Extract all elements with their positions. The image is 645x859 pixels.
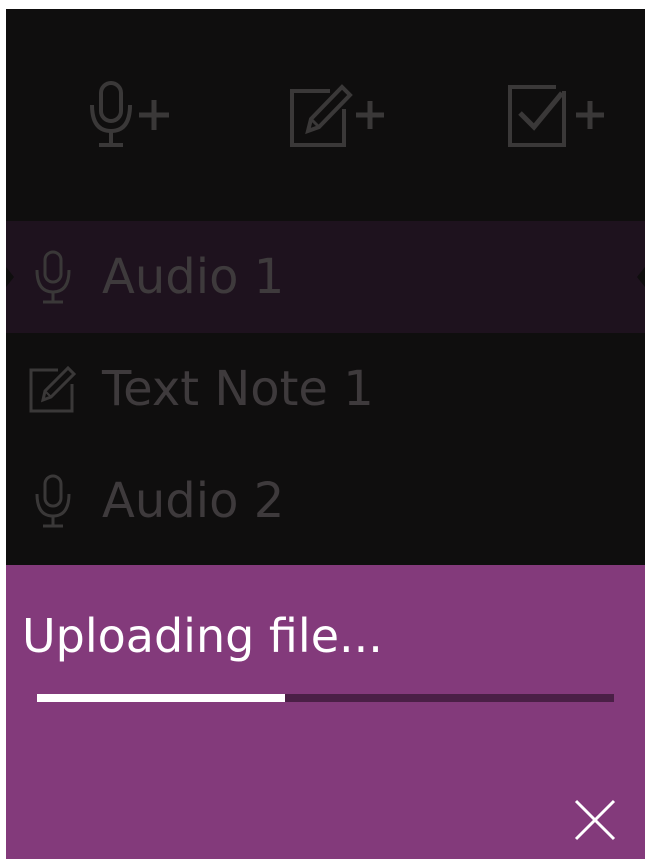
add-audio-button[interactable] [84, 79, 184, 151]
add-checklist-button[interactable] [504, 79, 604, 151]
app-window: Audio 1 Text Note 1 Audio 2 Uploading fi… [6, 9, 645, 859]
list-item-text-note-1[interactable]: Text Note 1 [6, 333, 645, 445]
edit-icon [28, 359, 78, 419]
list-item-label: Audio 1 [102, 249, 285, 305]
notes-list: Audio 1 Text Note 1 Audio 2 [6, 221, 645, 557]
list-item-audio-2[interactable]: Audio 2 [6, 445, 645, 557]
microphone-icon [28, 247, 78, 307]
edit-plus-icon [290, 84, 384, 147]
selection-caret-left [6, 267, 14, 287]
upload-progress-fill [37, 694, 286, 702]
selection-caret-right [637, 267, 645, 287]
upload-status-text: Uploading file... [22, 609, 383, 663]
microphone-icon [28, 471, 78, 531]
add-text-note-button[interactable] [284, 79, 384, 151]
microphone-plus-icon [90, 81, 169, 147]
close-icon [574, 799, 616, 841]
list-item-label: Audio 2 [102, 473, 285, 529]
list-item-label: Text Note 1 [102, 361, 374, 417]
upload-progress-bar [37, 694, 614, 702]
list-item-audio-1[interactable]: Audio 1 [6, 221, 645, 333]
upload-panel: Uploading file... [6, 565, 645, 859]
checkbox-plus-icon [508, 85, 604, 147]
toolbar [6, 9, 645, 221]
close-button[interactable] [572, 797, 618, 843]
